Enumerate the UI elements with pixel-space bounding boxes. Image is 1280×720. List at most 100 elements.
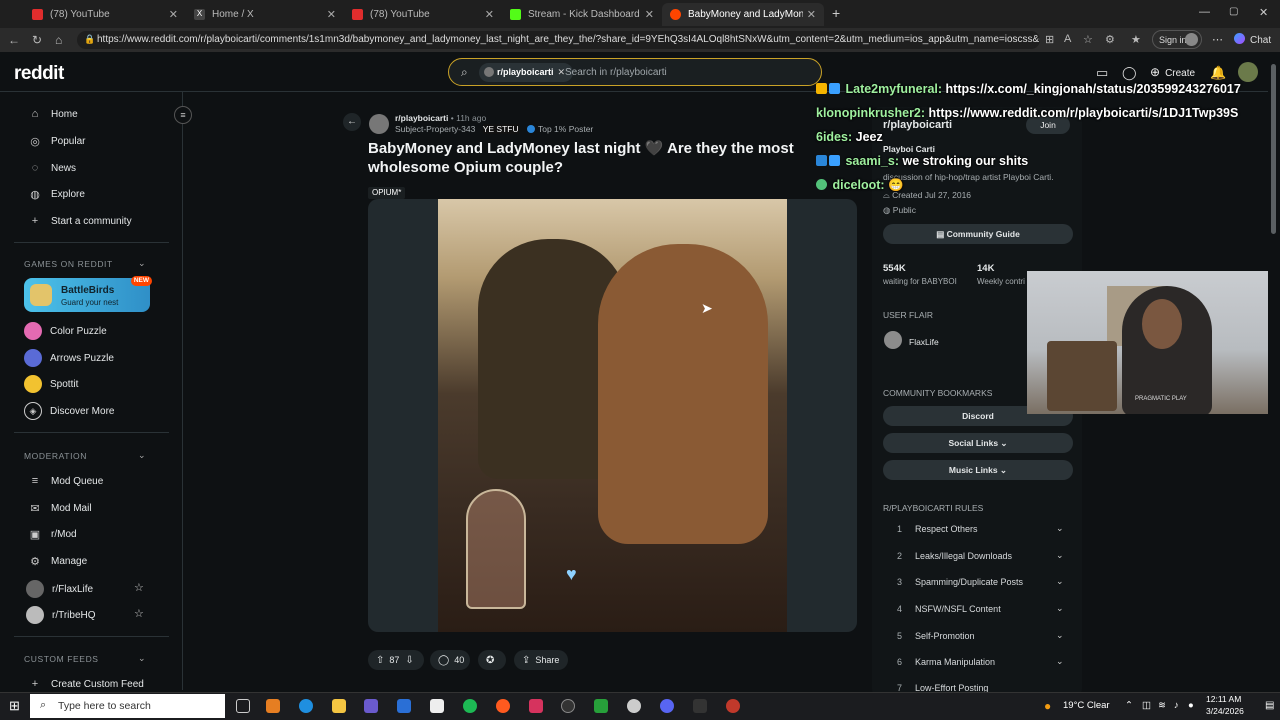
app-icon[interactable] bbox=[496, 699, 510, 713]
advertise-icon[interactable]: ▭ bbox=[1096, 65, 1108, 81]
spotify-icon[interactable] bbox=[463, 699, 477, 713]
rule-item[interactable]: 1 Respect Others bbox=[897, 524, 978, 534]
minimize-icon[interactable]: — bbox=[1199, 6, 1210, 18]
app-icon[interactable] bbox=[627, 699, 641, 713]
favorites-icon[interactable]: ★ bbox=[1131, 33, 1141, 46]
rule-item[interactable]: 3 Spamming/Duplicate Posts bbox=[897, 577, 1023, 587]
chevron-down-icon[interactable]: ⌄ bbox=[138, 653, 146, 664]
outlook-icon[interactable] bbox=[397, 699, 411, 713]
file-explorer-icon[interactable] bbox=[332, 699, 346, 713]
sidebar-item-start-community[interactable]: + Start a community bbox=[28, 215, 132, 227]
sidebar-item-mod-queue[interactable]: ≡ Mod Queue bbox=[28, 475, 103, 487]
close-tab-icon[interactable]: ✕ bbox=[327, 8, 336, 21]
new-tab-button[interactable]: + bbox=[832, 5, 840, 21]
more-menu-icon[interactable]: ⋯ bbox=[1212, 33, 1223, 46]
sidebar-item-spottit[interactable]: Spottit bbox=[24, 375, 78, 393]
sidebar-item-popular[interactable]: ◎ Popular bbox=[28, 135, 85, 148]
windows-start-icon[interactable]: ⊞ bbox=[9, 698, 20, 714]
app-install-icon[interactable]: ⊞ bbox=[1045, 33, 1054, 46]
scrollbar-thumb[interactable] bbox=[1271, 64, 1276, 234]
sidebar-item-color-puzzle[interactable]: Color Puzzle bbox=[24, 322, 107, 340]
maximize-icon[interactable]: ▢ bbox=[1229, 6, 1238, 17]
weather-icon[interactable]: ● bbox=[1044, 699, 1051, 713]
task-view-icon[interactable] bbox=[236, 699, 250, 713]
favorite-star-icon[interactable]: ☆ bbox=[1083, 33, 1093, 46]
music-links-button[interactable]: Music Links ⌄ bbox=[883, 460, 1073, 480]
sign-in-button[interactable]: Sign in bbox=[1152, 30, 1202, 49]
tray-chevron-icon[interactable]: ⌃ bbox=[1125, 700, 1133, 711]
rule-item[interactable]: 6 Karma Manipulation bbox=[897, 657, 995, 667]
sidebar-item-r-flaxlife[interactable]: r/FlaxLife bbox=[26, 580, 93, 598]
subreddit-search-chip[interactable]: r/playboicarti ✕ bbox=[479, 63, 574, 82]
read-aloud-icon[interactable]: A bbox=[1064, 33, 1071, 45]
sidebar-item-mod-mail[interactable]: ✉ Mod Mail bbox=[28, 502, 91, 515]
sidebar-item-news[interactable]: ◌ News bbox=[28, 162, 76, 174]
chevron-down-icon[interactable]: ⌄ bbox=[138, 258, 146, 269]
user-flair-value[interactable]: FlaxLife bbox=[909, 337, 939, 347]
reddit-logo[interactable]: reddit bbox=[14, 63, 64, 85]
app-icon[interactable] bbox=[529, 699, 543, 713]
sidebar-item-r-tribehq[interactable]: r/TribeHQ bbox=[26, 606, 96, 624]
comments-button[interactable]: ◯ 40 bbox=[430, 650, 470, 670]
sidebar-item-create-custom-feed[interactable]: + Create Custom Feed bbox=[28, 678, 144, 690]
chevron-down-icon[interactable]: ⌄ bbox=[1056, 550, 1064, 561]
sidebar-item-discover-more[interactable]: ◈ Discover More bbox=[24, 402, 114, 420]
favorite-star-icon[interactable]: ☆ bbox=[134, 581, 144, 594]
chevron-down-icon[interactable]: ⌄ bbox=[138, 450, 146, 461]
refresh-icon[interactable]: ↻ bbox=[32, 33, 42, 47]
search-input[interactable]: ⌕ r/playboicarti ✕ Search in r/playboicar… bbox=[448, 58, 822, 86]
downvote-icon[interactable]: ⇩ bbox=[405, 655, 413, 666]
sidebar-item-explore[interactable]: ◍ Explore bbox=[28, 188, 85, 201]
collapse-sidebar-button[interactable]: ≡ bbox=[174, 106, 192, 124]
post-subreddit[interactable]: r/playboicarti • 11h ago bbox=[395, 113, 486, 123]
chevron-down-icon[interactable]: ⌄ bbox=[1056, 656, 1064, 667]
share-button[interactable]: ⇪ Share bbox=[514, 650, 568, 670]
edge-icon[interactable] bbox=[299, 699, 313, 713]
chevron-down-icon[interactable]: ⌄ bbox=[1056, 603, 1064, 614]
copilot-taskbar-icon[interactable] bbox=[266, 699, 280, 713]
chat-icon[interactable]: ◯ bbox=[1122, 65, 1137, 81]
user-avatar[interactable] bbox=[1238, 62, 1258, 82]
favorite-star-icon[interactable]: ☆ bbox=[134, 607, 144, 620]
chevron-down-icon[interactable]: ⌄ bbox=[1056, 630, 1064, 641]
clear-chip-icon[interactable]: ✕ bbox=[558, 67, 566, 77]
chevron-down-icon[interactable]: ⌄ bbox=[1056, 576, 1064, 587]
close-tab-icon[interactable]: ✕ bbox=[169, 8, 178, 21]
discord-icon[interactable] bbox=[660, 699, 674, 713]
xbox-icon[interactable] bbox=[594, 699, 608, 713]
close-tab-icon[interactable]: ✕ bbox=[485, 8, 494, 21]
upvote-icon[interactable]: ⇧ bbox=[376, 655, 384, 666]
notification-center-icon[interactable]: ▤ bbox=[1265, 700, 1274, 711]
rule-item[interactable]: 4 NSFW/NSFL Content bbox=[897, 604, 1001, 614]
post-author[interactable]: Subject-Property-343 YE STFU Top 1% Post… bbox=[395, 124, 593, 134]
browser-tab-3[interactable]: (78) YouTube ✕ bbox=[344, 3, 502, 26]
award-button[interactable]: ✪ bbox=[478, 650, 506, 670]
close-window-icon[interactable]: ✕ bbox=[1259, 6, 1268, 19]
post-image[interactable]: ♥ bbox=[368, 199, 857, 632]
rule-item[interactable]: 5 Self-Promotion bbox=[897, 631, 975, 641]
taskbar-search-input[interactable]: ⌕ Type here to search bbox=[30, 694, 225, 718]
page-scrollbar[interactable] bbox=[1268, 52, 1280, 690]
create-post-button[interactable]: ⊕ Create bbox=[1150, 65, 1195, 79]
vote-buttons[interactable]: ⇧ 87 ⇩ bbox=[368, 650, 424, 670]
back-icon[interactable]: ← bbox=[8, 33, 20, 47]
app-icon[interactable] bbox=[693, 699, 707, 713]
home-icon[interactable]: ⌂ bbox=[55, 33, 62, 47]
social-links-button[interactable]: Social Links ⌄ bbox=[883, 433, 1073, 453]
community-guide-button[interactable]: ▤ Community Guide bbox=[883, 224, 1073, 244]
store-icon[interactable] bbox=[364, 699, 378, 713]
sidebar-item-r-mod[interactable]: ▣ r/Mod bbox=[28, 528, 77, 541]
sidebar-item-home[interactable]: ⌂ Home bbox=[28, 108, 78, 120]
browser-tab-active[interactable]: BabyMoney and LadyMoney last n ✕ bbox=[662, 3, 824, 26]
clock-time[interactable]: 12:11 AM bbox=[1206, 694, 1241, 704]
subreddit-avatar[interactable] bbox=[369, 114, 389, 134]
sidebar-item-manage[interactable]: ⚙ Manage bbox=[28, 555, 87, 568]
volume-icon[interactable]: ♪ bbox=[1174, 700, 1179, 711]
browser-tab-2[interactable]: X Home / X ✕ bbox=[186, 3, 344, 26]
battlebirds-game-card[interactable]: BattleBirds Guard your nest NEW bbox=[24, 276, 152, 312]
rule-item[interactable]: 2 Leaks/Illegal Downloads bbox=[897, 551, 1012, 561]
wifi-icon[interactable]: ≋ bbox=[1158, 700, 1166, 711]
obs-icon[interactable] bbox=[726, 699, 740, 713]
browser-tab-4[interactable]: Stream - Kick Dashboard ✕ bbox=[502, 3, 662, 26]
notepad-icon[interactable] bbox=[430, 699, 444, 713]
